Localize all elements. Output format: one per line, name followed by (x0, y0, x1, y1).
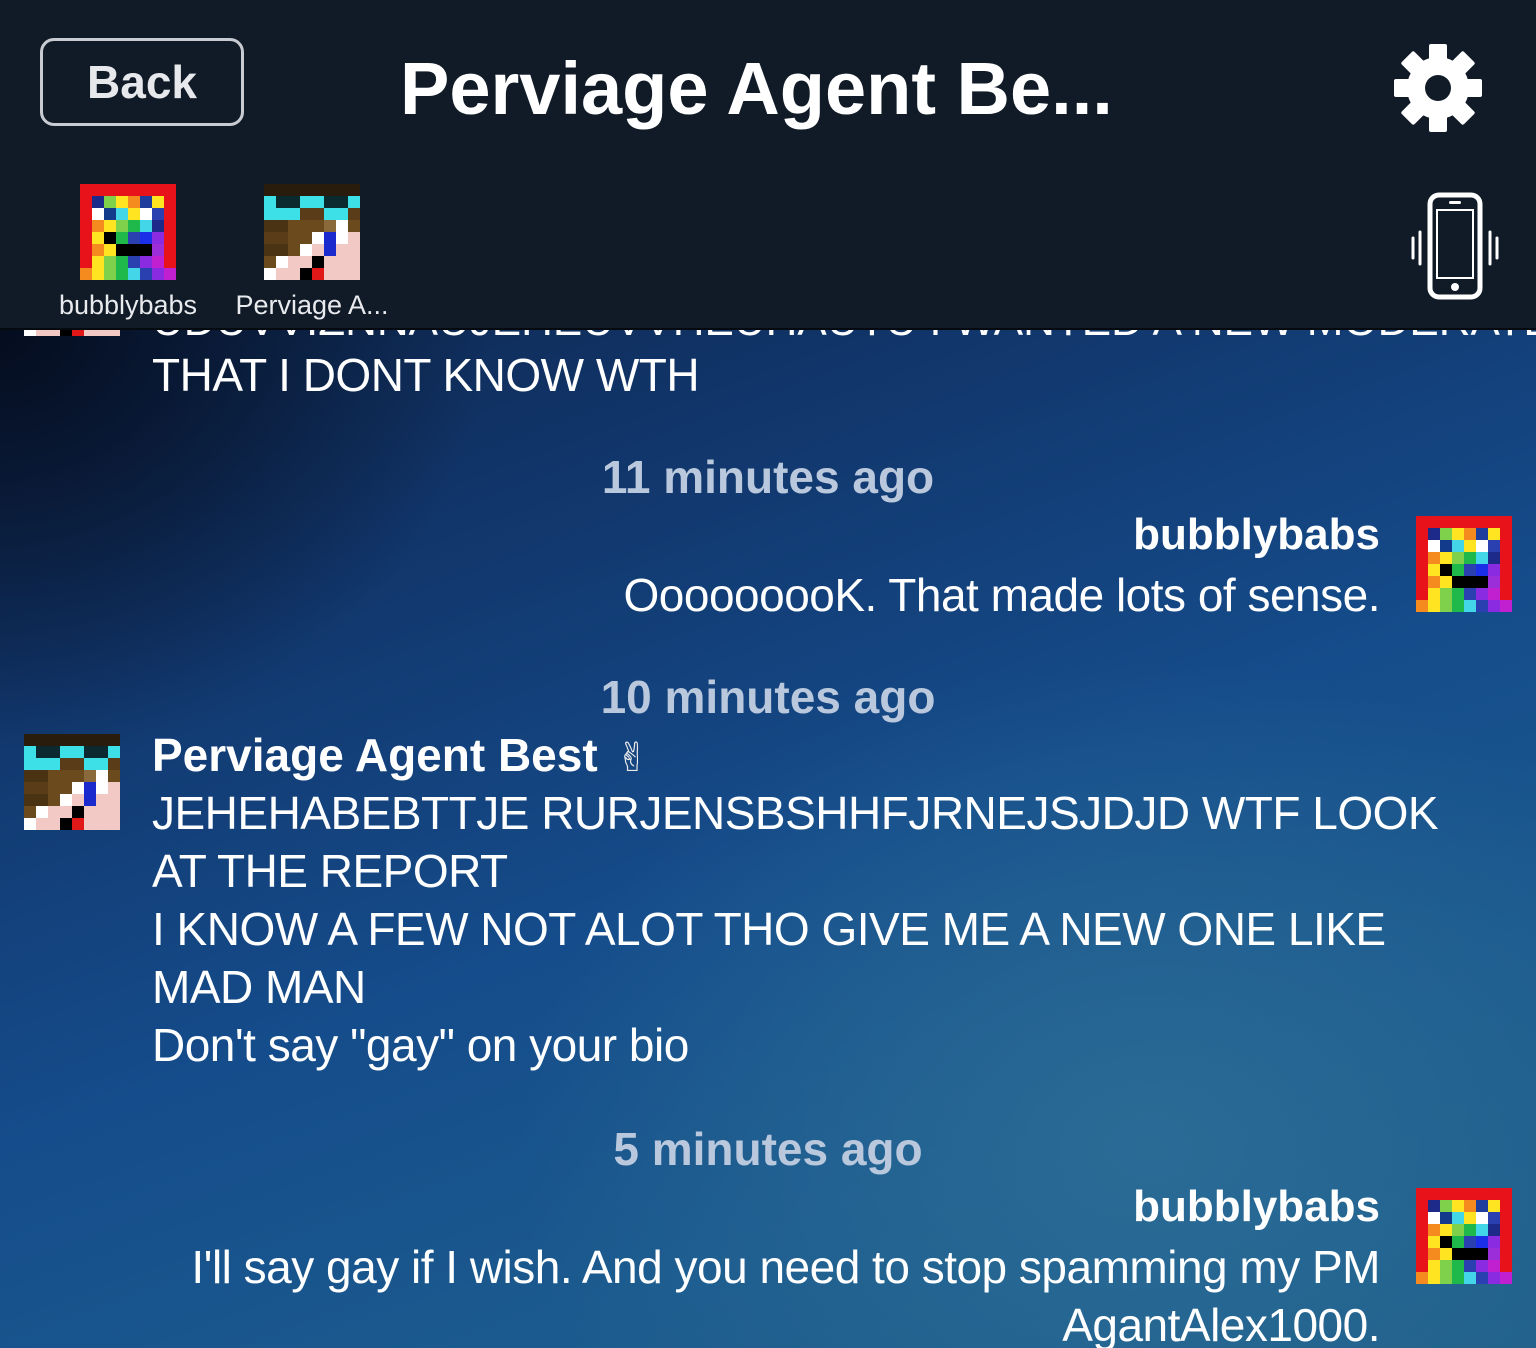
back-button[interactable]: Back (40, 38, 244, 126)
participant-name: bubblybabs (58, 290, 198, 320)
message-text: I'll say gay if I wish. And you need to … (191, 1241, 1380, 1293)
message-text: Don't say "gay" on your bio (152, 1019, 689, 1071)
avatar (264, 184, 360, 280)
message-list[interactable]: UDUVVIZNNAUJEHEUVVHEUHAUTU I WANTED A NE… (0, 330, 1536, 1348)
conversation-title: Perviage Agent Be... (400, 47, 1113, 130)
participant-name: Perviage A... (235, 290, 389, 320)
message-text: OoooooooK. That made lots of sense. (623, 569, 1381, 621)
avatar (80, 184, 176, 280)
message-timestamp: 10 minutes ago (600, 671, 936, 723)
avatar[interactable] (24, 734, 120, 830)
avatar (24, 330, 120, 336)
participant-bubblybabs[interactable]: bubblybabs (48, 184, 208, 321)
message-sender: Perviage Agent Best ✌ (152, 728, 649, 782)
message-text: THAT I DONT KNOW WTH (152, 349, 700, 401)
avatar[interactable] (1416, 516, 1512, 612)
message-text: AT THE REPORT (152, 845, 508, 897)
avatar[interactable] (1416, 1188, 1512, 1284)
chat-header: Back Perviage Agent Be... bubblybabs Per… (0, 0, 1536, 330)
sender-name: Perviage Agent Best (152, 729, 598, 781)
message-text: MAD MAN (152, 961, 366, 1013)
message-text: I KNOW A FEW NOT ALOT THO GIVE ME A NEW … (152, 903, 1386, 955)
message-timestamp: 5 minutes ago (613, 1123, 923, 1175)
message-text: JEHEHABEBTTJE RURJENSBSHHFJRNEJSJDJD WTF… (152, 787, 1439, 839)
message-body: JEHEHABEBTTJE RURJENSBSHHFJRNEJSJDJD WTF… (152, 784, 1472, 1074)
peace-hand-icon: ✌ (615, 736, 650, 780)
message-sender: bubblybabs (1133, 510, 1380, 559)
message-sender: bubblybabs (1133, 1182, 1380, 1231)
gear-icon[interactable] (1392, 42, 1484, 134)
message-body: I'll say gay if I wish. And you need to … (191, 1238, 1380, 1348)
phone-vibrate-icon[interactable] (1408, 192, 1502, 300)
message-text: UDUVVIZNNAUJEHEUVVHEUHAUTU I WANTED A NE… (152, 330, 1536, 346)
message-text: AgantAlex1000. (1062, 1299, 1380, 1348)
message-timestamp: 11 minutes ago (601, 451, 935, 503)
participant-perviage[interactable]: Perviage A... (232, 184, 392, 321)
